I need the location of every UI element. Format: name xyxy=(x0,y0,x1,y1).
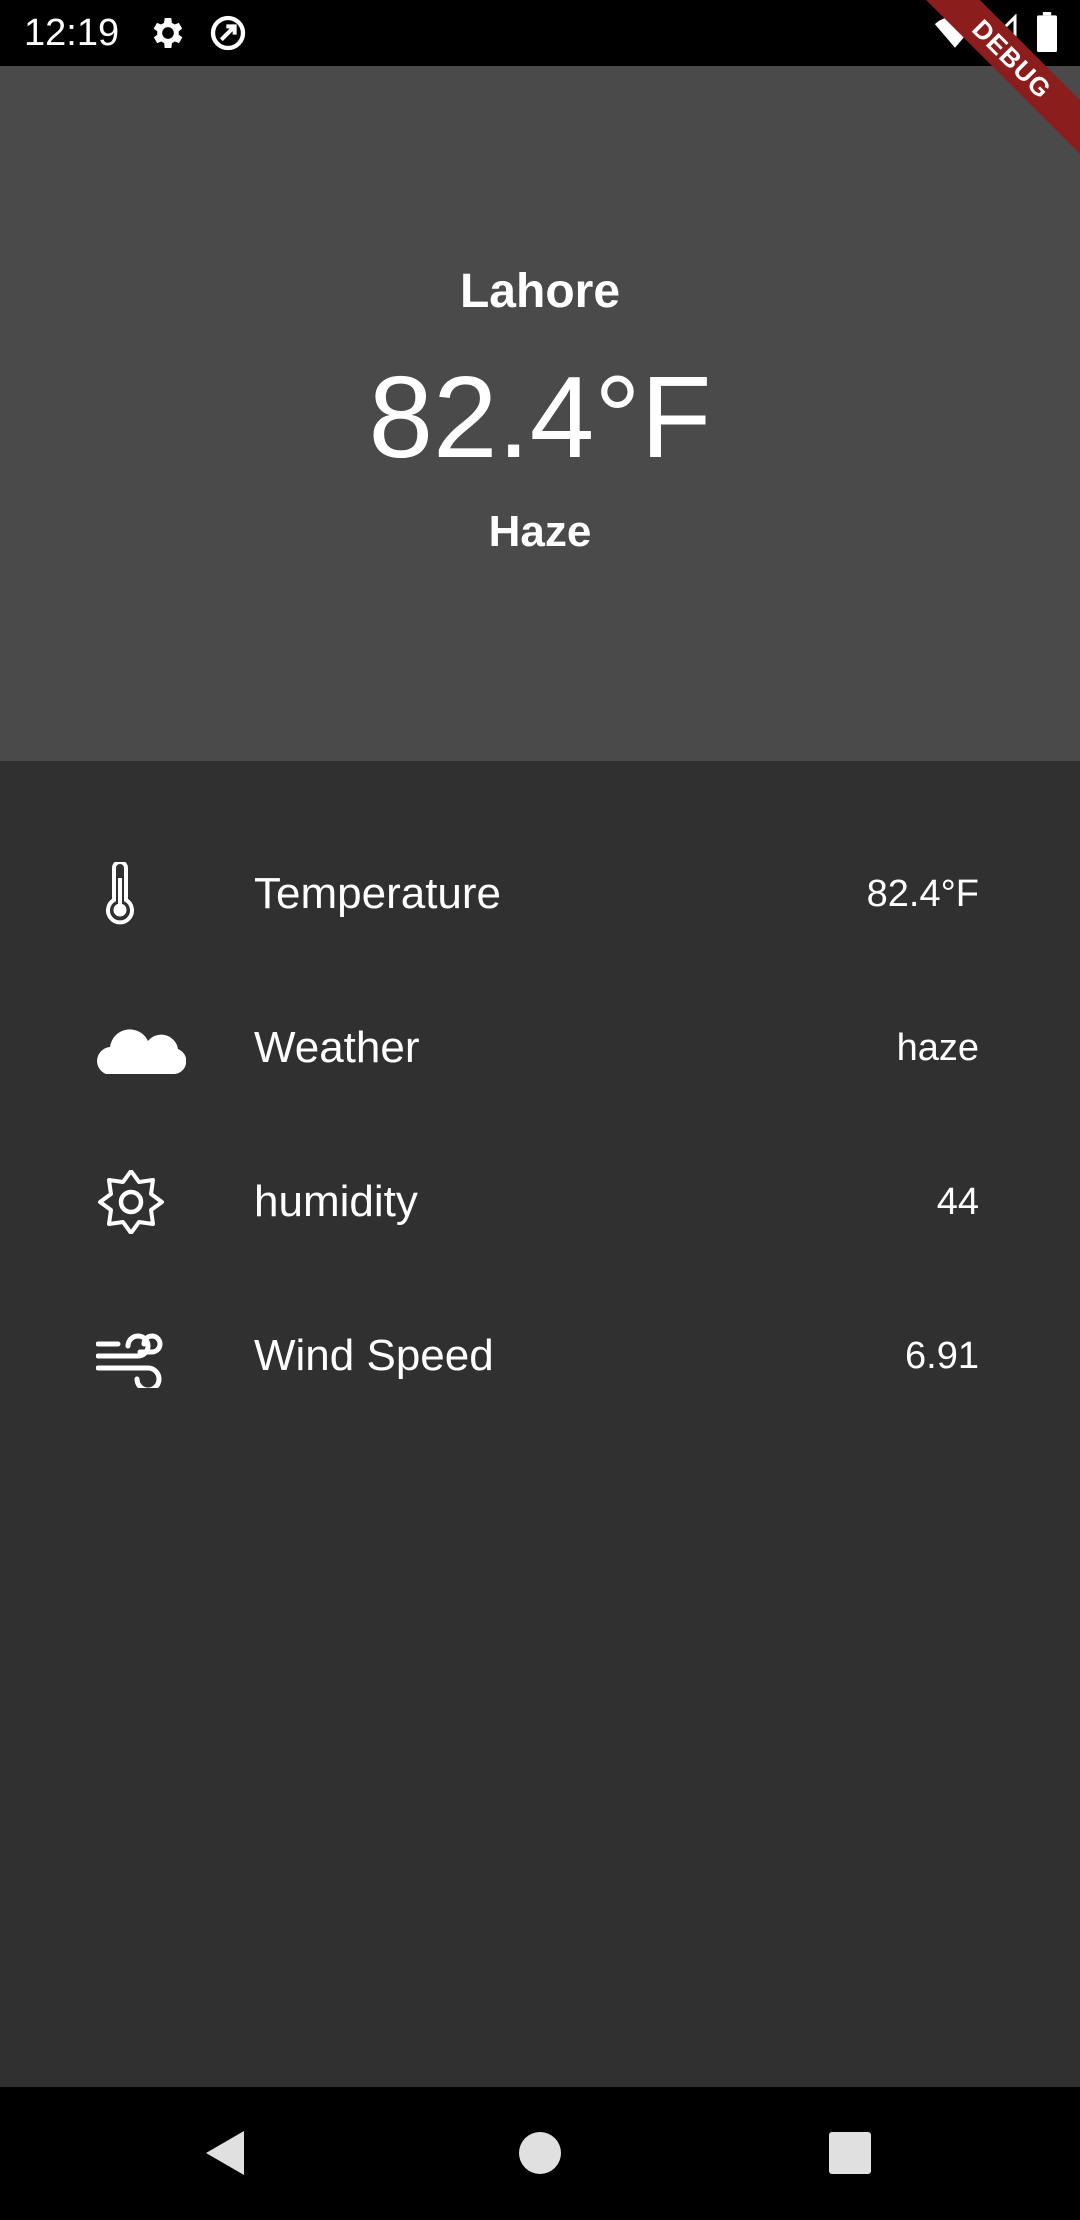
detail-value: 82.4°F xyxy=(866,873,979,915)
home-icon[interactable] xyxy=(512,2125,568,2181)
list-item-temperature: Temperature 82.4°F xyxy=(0,817,1080,971)
back-icon[interactable] xyxy=(200,2125,256,2181)
detail-value: 44 xyxy=(936,1181,979,1223)
wifi-icon xyxy=(934,16,976,48)
list-item-humidity: humidity 44 xyxy=(0,1125,1080,1279)
cloud-icon xyxy=(97,1029,186,1074)
weather-description: Haze xyxy=(488,507,592,556)
detail-value: 6.91 xyxy=(905,1335,979,1377)
data-saver-icon xyxy=(210,15,246,51)
status-time: 12:19 xyxy=(24,12,120,54)
city-name: Lahore xyxy=(459,265,621,318)
sun-gear-icon xyxy=(98,1170,164,1234)
detail-value: haze xyxy=(896,1027,979,1069)
detail-label: Wind Speed xyxy=(254,1331,494,1380)
settings-icon xyxy=(153,18,183,48)
detail-label: humidity xyxy=(254,1177,418,1226)
status-bar: 12:19 xyxy=(0,0,1080,66)
recents-icon[interactable] xyxy=(822,2125,878,2181)
wind-icon xyxy=(96,1333,163,1388)
system-nav-bar xyxy=(0,2087,1080,2220)
weather-header: Lahore 82.4°F Haze xyxy=(0,66,1080,761)
thermometer-icon xyxy=(106,862,134,925)
current-temperature: 82.4°F xyxy=(368,352,712,482)
list-item-wind-speed: Wind Speed 6.91 xyxy=(0,1279,1080,1433)
signal-icon xyxy=(982,14,1017,49)
battery-icon xyxy=(1037,12,1057,52)
detail-label: Weather xyxy=(254,1023,420,1072)
list-item-weather: Weather haze xyxy=(0,971,1080,1125)
detail-label: Temperature xyxy=(254,869,502,918)
